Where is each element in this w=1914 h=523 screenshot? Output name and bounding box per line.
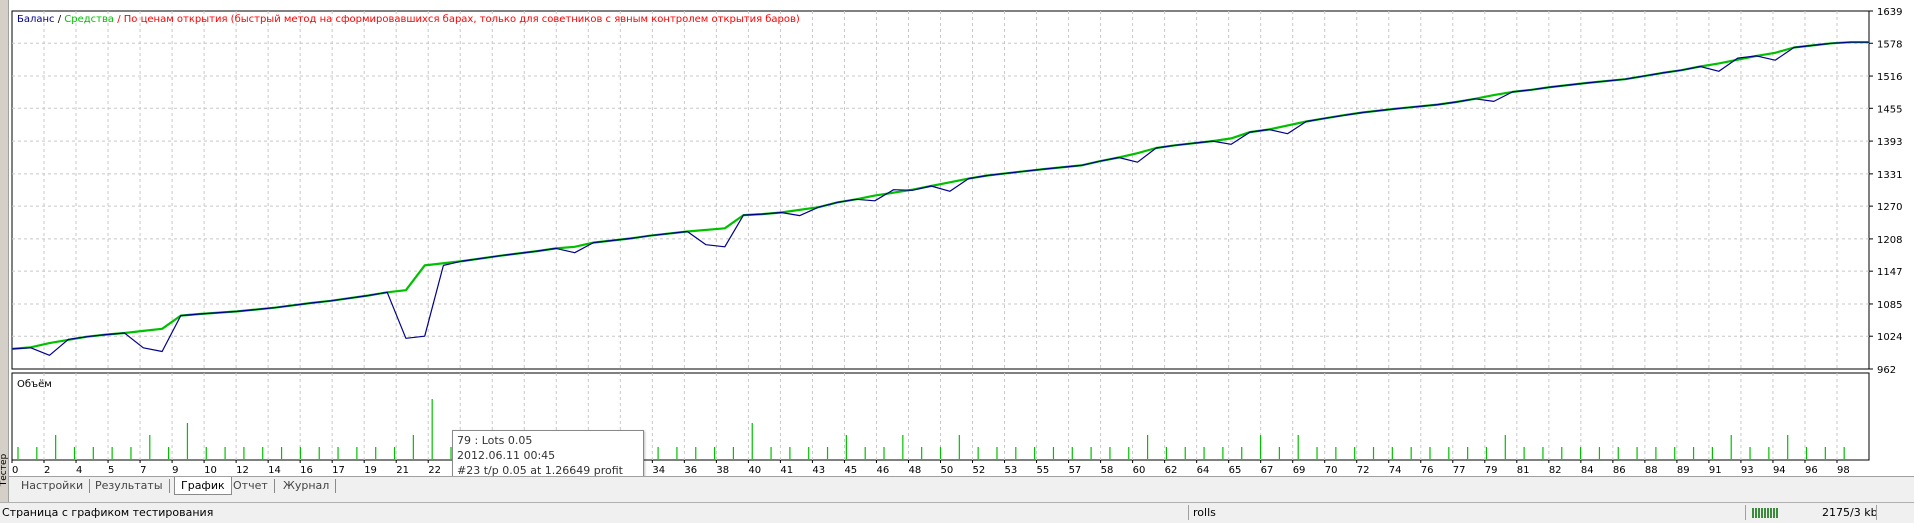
x-tick-label: 77 <box>1453 465 1466 476</box>
x-tick-label: 57 <box>1069 465 1082 476</box>
x-tick-label: 82 <box>1549 465 1562 476</box>
x-tick-label: 0 <box>12 465 18 476</box>
x-tick-label: 98 <box>1837 465 1850 476</box>
x-tick-label: 65 <box>1229 465 1242 476</box>
tab-0[interactable]: Настройки <box>15 479 91 493</box>
x-tick-label: 86 <box>1613 465 1626 476</box>
x-tick-label: 17 <box>332 465 345 476</box>
x-tick-label: 22 <box>428 465 441 476</box>
x-tick-label: 4 <box>76 465 82 476</box>
x-tick-label: 12 <box>236 465 249 476</box>
status-traffic: 2175/3 kb <box>1822 506 1878 519</box>
y-tick-label: 1085 <box>1877 300 1902 311</box>
x-tick-label: 7 <box>140 465 146 476</box>
tester-side-tab[interactable]: Тестер <box>0 0 9 502</box>
y-tick-label: 1208 <box>1877 235 1902 246</box>
legend-equity: Средства <box>64 14 115 25</box>
status-divider <box>1188 505 1189 520</box>
x-tick-label: 46 <box>876 465 889 476</box>
x-tick-label: 55 <box>1037 465 1050 476</box>
tooltip-time: 2012.06.11 00:45 <box>457 449 556 462</box>
tab-3[interactable]: Отчет <box>227 479 275 493</box>
x-tick-label: 21 <box>396 465 409 476</box>
volume-pane-title: Объём <box>17 379 52 390</box>
x-tick-label: 81 <box>1517 465 1530 476</box>
x-tick-label: 41 <box>780 465 793 476</box>
legend-model-description: По ценам открытия (быстрый метод на сфор… <box>123 14 800 25</box>
tester-tabs: Настройки Результаты График Отчет Журнал <box>9 476 1914 495</box>
x-tick-label: 69 <box>1293 465 1306 476</box>
x-tick-label: 45 <box>844 465 857 476</box>
x-tick-label: 93 <box>1741 465 1754 476</box>
x-tick-label: 14 <box>268 465 281 476</box>
x-tick-label: 91 <box>1709 465 1722 476</box>
y-tick-label: 1270 <box>1877 202 1902 213</box>
x-tick-label: 88 <box>1645 465 1658 476</box>
connection-bars-icon <box>1752 505 1782 520</box>
status-profile: rolls <box>1193 506 1216 519</box>
x-tick-label: 34 <box>652 465 665 476</box>
x-tick-label: 94 <box>1773 465 1786 476</box>
y-tick-label: 1147 <box>1877 267 1902 278</box>
test-chart[interactable]: 1639 1578 1516 1455 1393 1331 1270 1208 1147 1085… <box>9 0 1914 492</box>
x-tick-label: 16 <box>300 465 313 476</box>
y-tick-label: 1639 <box>1877 7 1902 18</box>
y-tick-label: 1516 <box>1877 72 1902 83</box>
x-tick-label: 2 <box>44 465 50 476</box>
x-tick-label: 36 <box>684 465 697 476</box>
y-tick-label: 1024 <box>1877 332 1902 343</box>
x-tick-label: 5 <box>108 465 114 476</box>
y-tick-label: 1455 <box>1877 104 1902 115</box>
x-tick-label: 60 <box>1133 465 1146 476</box>
x-tick-label: 19 <box>364 465 377 476</box>
x-tick-label: 72 <box>1357 465 1370 476</box>
tooltip-lots: 79 : Lots 0.05 <box>457 434 533 447</box>
x-tick-label: 10 <box>204 465 217 476</box>
x-tick-label: 96 <box>1805 465 1818 476</box>
y-tick-label: 1331 <box>1877 170 1902 181</box>
x-tick-label: 70 <box>1325 465 1338 476</box>
x-tick-label: 79 <box>1485 465 1498 476</box>
x-tick-label: 76 <box>1421 465 1434 476</box>
tab-4[interactable]: Журнал <box>277 479 337 493</box>
tester-side-label: Тестер <box>0 453 10 487</box>
price-pane-frame <box>11 10 1870 370</box>
x-tick-label: 62 <box>1165 465 1178 476</box>
x-tick-label: 89 <box>1677 465 1690 476</box>
legend-separator: / <box>54 14 65 25</box>
status-divider <box>1745 505 1746 520</box>
x-tick-label: 48 <box>908 465 921 476</box>
deal-tooltip: 79 : Lots 0.05 2012.06.11 00:45 #23 t/p … <box>452 430 644 492</box>
x-tick-label: 84 <box>1581 465 1594 476</box>
y-tick-label: 962 <box>1877 365 1896 376</box>
x-tick-label: 67 <box>1261 465 1274 476</box>
status-bar: Страница с графиком тестирования rolls 2… <box>0 502 1914 522</box>
x-tick-label: 38 <box>716 465 729 476</box>
y-tick-label: 1393 <box>1877 137 1902 148</box>
status-divider <box>1876 505 1877 520</box>
x-tick-label: 74 <box>1389 465 1402 476</box>
status-text: Страница с графиком тестирования <box>2 506 214 519</box>
x-tick-label: 58 <box>1101 465 1114 476</box>
x-tick-label: 53 <box>1005 465 1018 476</box>
chart-svg: 1639157815161455139313311270120811471085… <box>11 7 1902 476</box>
x-tick-label: 9 <box>172 465 178 476</box>
x-tick-label: 43 <box>812 465 825 476</box>
chart-legend: Баланс / Средства / По ценам открытия (б… <box>17 14 800 25</box>
y-tick-label: 1578 <box>1877 39 1902 50</box>
legend-balance: Баланс <box>17 14 55 25</box>
tab-2[interactable]: График <box>174 477 232 495</box>
x-tick-label: 64 <box>1197 465 1210 476</box>
legend-separator: / <box>114 14 124 25</box>
x-tick-label: 50 <box>941 465 954 476</box>
x-tick-label: 40 <box>748 465 761 476</box>
x-tick-label: 52 <box>973 465 986 476</box>
tab-1[interactable]: Результаты <box>89 479 170 493</box>
